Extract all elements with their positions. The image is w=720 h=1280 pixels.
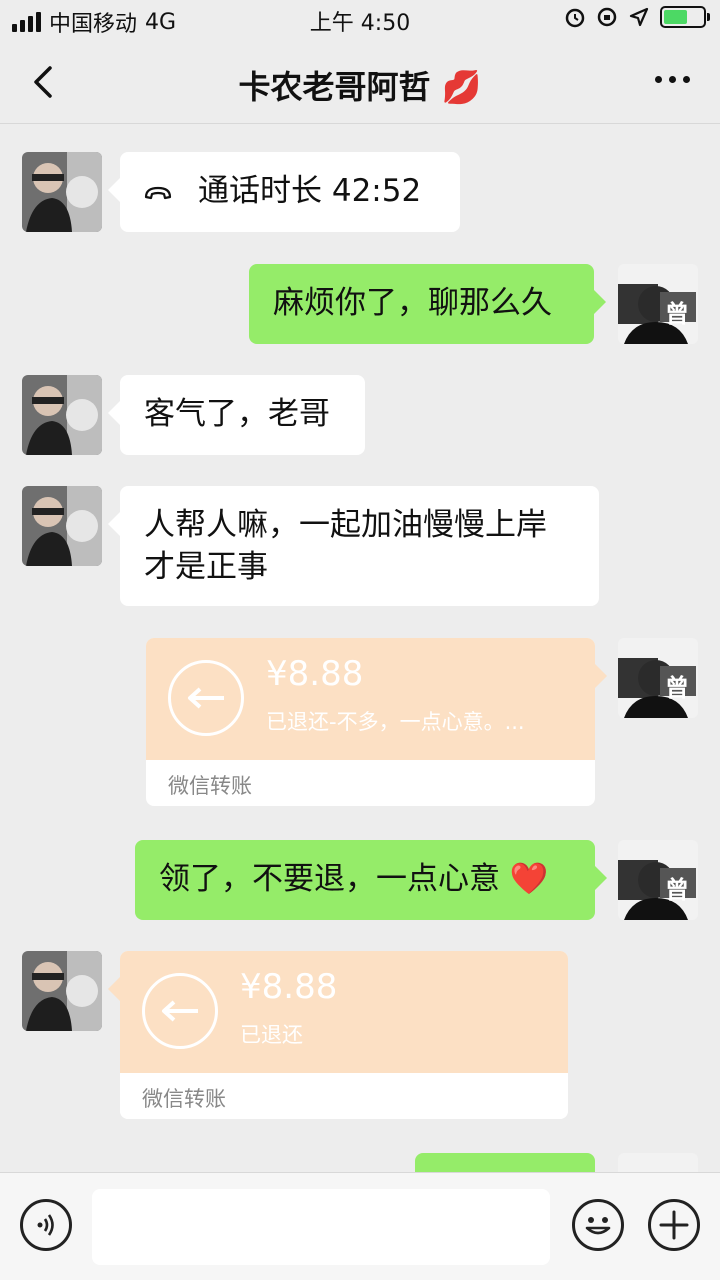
return-arrow-icon xyxy=(142,973,218,1049)
avatar-label: 曾 xyxy=(665,674,689,702)
chat-header: 卡农老哥阿哲 💋 xyxy=(0,40,720,124)
message-input[interactable] xyxy=(92,1189,550,1265)
message-text: 麻烦你了，聊那么久 xyxy=(273,285,552,321)
incoming-message-bubble[interactable]: 客气了，老哥 xyxy=(108,375,365,455)
outgoing-message-bubble[interactable]: 麻烦你了，聊那么久 xyxy=(249,264,606,344)
avatar-label: 曾 xyxy=(665,300,689,328)
call-duration-text: 通话时长 42:52 xyxy=(198,173,422,209)
alarm-icon xyxy=(565,8,585,28)
emoji-icon[interactable] xyxy=(572,1199,624,1251)
transfer-card[interactable]: ¥8.88 已退还-不多，一点心意。... 微信转账 xyxy=(146,638,595,806)
contact-avatar[interactable] xyxy=(22,951,102,1031)
incoming-message-bubble[interactable]: 人帮人嘛，一起加油慢慢上岸 才是正事 xyxy=(108,486,599,606)
bubble-tail xyxy=(595,664,607,688)
self-avatar[interactable]: 曾 xyxy=(618,840,698,920)
transfer-amount: ¥8.88 xyxy=(266,654,364,694)
message-text-line: 才是正事 xyxy=(144,549,268,585)
voice-input-icon[interactable] xyxy=(20,1199,72,1251)
transfer-status: 已退还-不多，一点心意。... xyxy=(266,710,525,734)
phone-icon xyxy=(144,186,172,199)
chat-title: 卡农老哥阿哲 💋 xyxy=(0,62,720,108)
outgoing-message-bubble[interactable]: 领了，不要退，一点心意 ❤️ xyxy=(135,840,607,920)
more-options-icon[interactable] xyxy=(655,76,690,83)
contact-avatar[interactable] xyxy=(22,375,102,455)
transfer-footer: 微信转账 xyxy=(168,774,252,798)
self-avatar[interactable]: 曾 xyxy=(618,264,698,344)
self-avatar[interactable]: 曾 xyxy=(618,638,698,718)
contact-avatar[interactable] xyxy=(22,486,102,566)
message-text: 领了，不要退，一点心意 xyxy=(159,861,500,897)
return-arrow-icon xyxy=(168,660,244,736)
chat-title-text: 卡农老哥阿哲 xyxy=(238,68,431,106)
battery-icon xyxy=(660,6,710,28)
transfer-status: 已退还 xyxy=(240,1023,303,1047)
location-icon xyxy=(629,7,649,27)
status-bar: 中国移动 4G 上午 4:50 xyxy=(0,0,720,40)
chat-input-bar xyxy=(0,1172,720,1280)
message-text: 客气了，老哥 xyxy=(144,396,330,432)
transfer-amount: ¥8.88 xyxy=(240,967,338,1007)
rotation-lock-icon xyxy=(597,7,617,27)
message-text-line: 人帮人嘛，一起加油慢慢上岸 xyxy=(144,507,547,543)
contact-avatar[interactable] xyxy=(22,152,102,232)
transfer-footer: 微信转账 xyxy=(120,1073,568,1119)
transfer-card[interactable]: ¥8.88 已退还 微信转账 xyxy=(108,951,568,1119)
avatar-label: 曾 xyxy=(665,876,689,904)
kiss-emoji-icon: 💋 xyxy=(441,68,482,106)
add-more-icon[interactable] xyxy=(648,1199,700,1251)
heart-emoji-icon: ❤️ xyxy=(509,861,549,897)
call-record-bubble[interactable]: 通话时长 42:52 xyxy=(108,152,460,232)
